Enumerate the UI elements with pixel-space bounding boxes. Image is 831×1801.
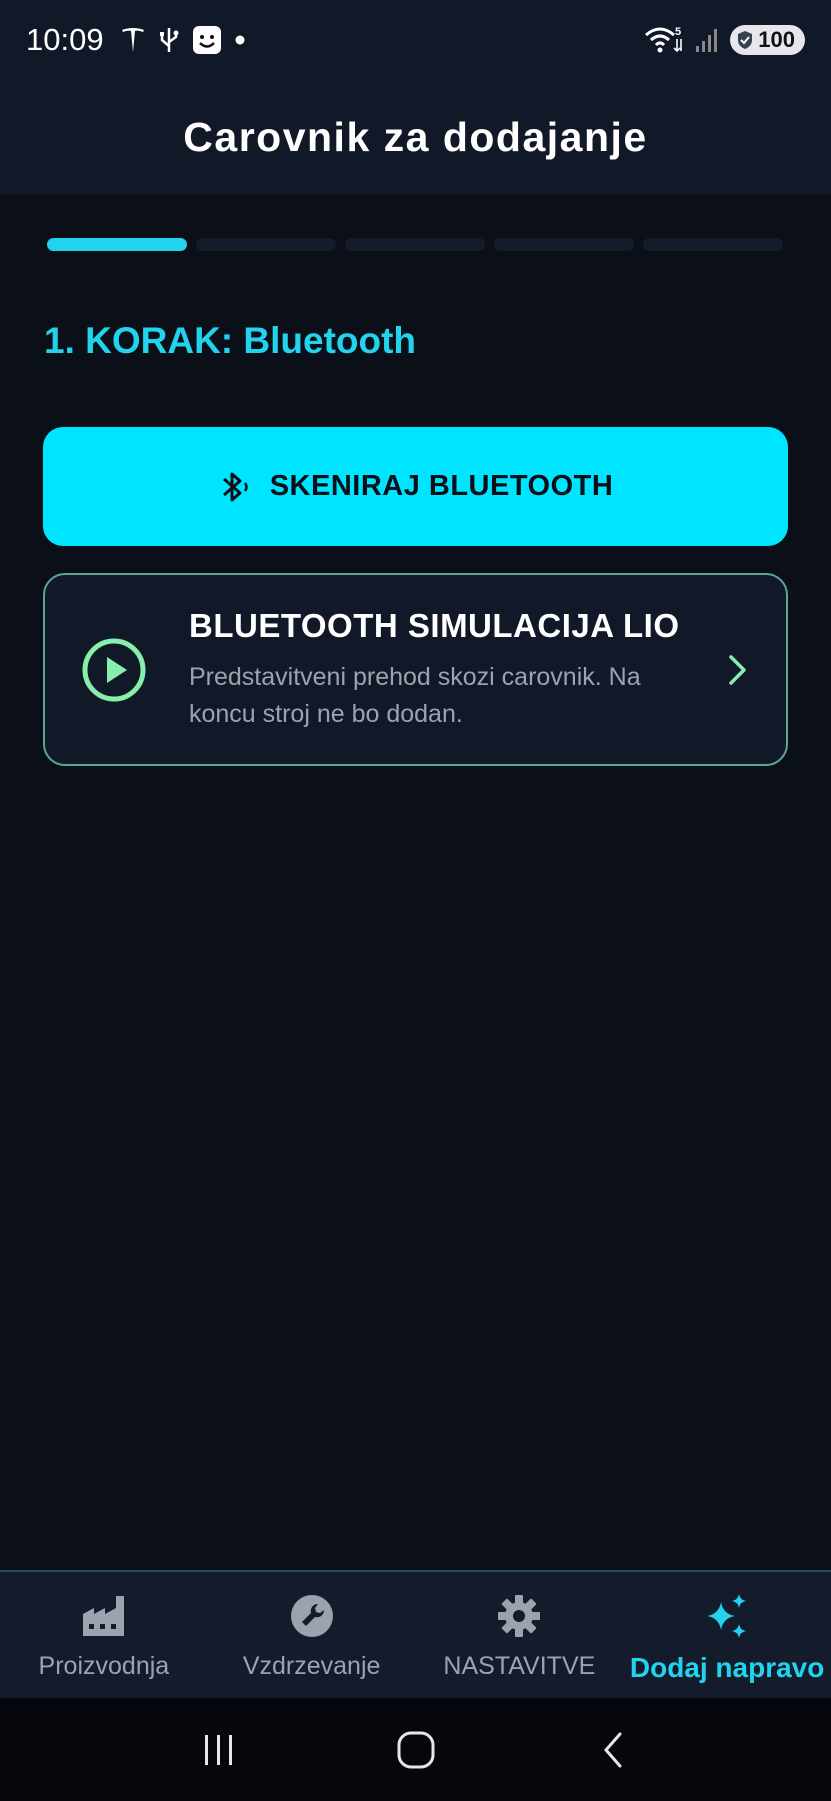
bottom-navigation: Proizvodnja Vzdrzevanje NASTAVITVE Dodaj… bbox=[0, 1570, 831, 1698]
tesla-icon bbox=[121, 28, 144, 52]
nav-item-nastavitve[interactable]: NASTAVITVE bbox=[416, 1572, 624, 1698]
system-navigation-bar bbox=[0, 1698, 831, 1801]
signal-icon bbox=[696, 29, 718, 52]
battery-level: 100 bbox=[758, 27, 795, 52]
simulation-text: BLUETOOTH SIMULACIJA LIO Predstavitveni … bbox=[189, 607, 699, 733]
bluetooth-simulation-card[interactable]: BLUETOOTH SIMULACIJA LIO Predstavitveni … bbox=[43, 573, 788, 766]
home-button[interactable] bbox=[386, 1720, 446, 1780]
notification-icons bbox=[120, 25, 246, 55]
smiley-app-icon bbox=[192, 26, 221, 54]
nav-label: NASTAVITVE bbox=[443, 1652, 596, 1680]
home-icon bbox=[397, 1731, 434, 1768]
page-title: Carovnik za dodajanje bbox=[183, 114, 648, 160]
wrench-icon bbox=[290, 1595, 333, 1637]
simulation-title: BLUETOOTH SIMULACIJA LIO bbox=[189, 606, 680, 644]
wifi-icon: 5 bbox=[645, 26, 683, 53]
simulation-description: Predstavitveni prehod skozi carovnik. Na… bbox=[189, 662, 641, 728]
progress-segment-1 bbox=[47, 238, 187, 251]
nav-item-dodaj-napravo[interactable]: Dodaj napravo bbox=[623, 1572, 831, 1698]
scan-bluetooth-label: SKENIRAJ BLUETOOTH bbox=[269, 470, 614, 502]
app-bar: Carovnik za dodajanje bbox=[0, 80, 831, 195]
play-circle-icon bbox=[82, 638, 146, 701]
bluetooth-searching-icon bbox=[222, 472, 248, 501]
status-time: 10:09 bbox=[26, 22, 104, 57]
sparkles-icon bbox=[707, 1594, 747, 1638]
system-icons: 5 100 bbox=[644, 25, 805, 55]
back-icon bbox=[603, 1732, 621, 1767]
nav-item-proizvodnja[interactable]: Proizvodnja bbox=[0, 1572, 208, 1698]
factory-icon bbox=[82, 1596, 124, 1636]
back-button[interactable] bbox=[583, 1720, 643, 1780]
usb-icon bbox=[159, 28, 179, 52]
battery-shield-icon bbox=[738, 31, 753, 49]
nav-item-vzdrzevanje[interactable]: Vzdrzevanje bbox=[208, 1572, 416, 1698]
battery-indicator: 100 bbox=[730, 25, 805, 55]
svg-text:5: 5 bbox=[675, 26, 681, 38]
step-progress bbox=[47, 238, 783, 251]
nav-label: Proizvodnja bbox=[38, 1652, 170, 1680]
status-bar: 10:09 5 100 bbox=[0, 0, 831, 80]
recent-apps-icon bbox=[204, 1734, 232, 1765]
nav-label: Vzdrzevanje bbox=[242, 1652, 381, 1680]
chevron-right-icon bbox=[729, 654, 746, 685]
progress-segment-4 bbox=[494, 238, 634, 251]
recent-apps-button[interactable] bbox=[189, 1720, 249, 1780]
nav-label: Dodaj napravo bbox=[629, 1652, 825, 1683]
scan-bluetooth-button[interactable]: SKENIRAJ BLUETOOTH bbox=[43, 427, 788, 546]
progress-segment-5 bbox=[643, 238, 783, 251]
progress-segment-2 bbox=[196, 238, 336, 251]
step-title: 1. KORAK: Bluetooth bbox=[44, 320, 417, 361]
dot-icon bbox=[235, 35, 245, 45]
progress-segment-3 bbox=[345, 238, 485, 251]
gear-icon bbox=[498, 1595, 541, 1637]
